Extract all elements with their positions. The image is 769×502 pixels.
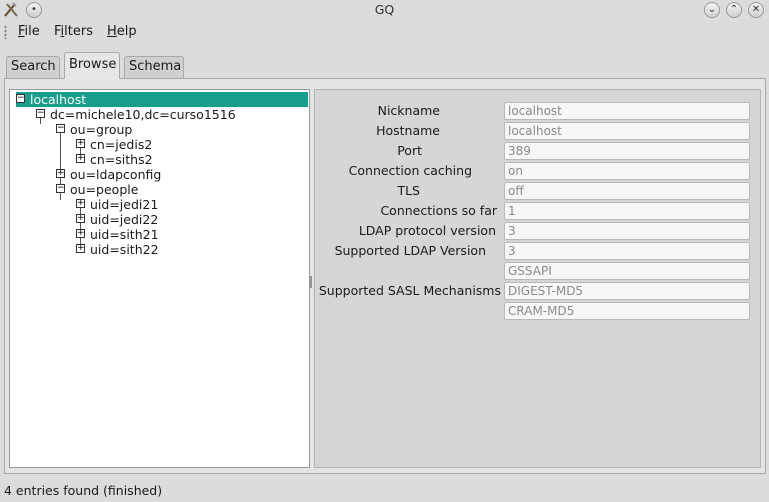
field-connection-caching[interactable]: on — [504, 162, 750, 180]
tab-browse[interactable]: Browse — [64, 52, 120, 79]
tree-node-label: ou=ldapconfig — [70, 167, 162, 182]
menu-help[interactable]: Help — [107, 24, 137, 39]
expand-icon[interactable]: + — [76, 244, 85, 253]
tree-node-label: cn=siths2 — [90, 152, 153, 167]
tree-node-label: ou=people — [70, 182, 139, 197]
label-connections-so-far: Connections so far — [380, 203, 497, 218]
close-button[interactable]: ✕ — [748, 2, 764, 18]
window-title: GQ — [374, 2, 395, 17]
field-hostname[interactable]: localhost — [504, 122, 750, 140]
field-ldap-protocol-version[interactable]: 3 — [504, 222, 750, 240]
tree-node-label: uid=sith22 — [90, 242, 159, 257]
menu-file[interactable]: File — [18, 24, 40, 39]
field-tls[interactable]: off — [504, 182, 750, 200]
label-ldap-protocol-version: LDAP protocol version — [358, 223, 496, 238]
minimize-button[interactable]: ⌄ — [704, 2, 720, 18]
label-supported-ldap-version: Supported LDAP Version — [334, 243, 486, 258]
collapse-icon[interactable]: − — [56, 184, 65, 193]
expand-icon[interactable]: + — [76, 154, 85, 163]
expand-icon[interactable]: + — [76, 214, 85, 223]
field-port[interactable]: 389 — [504, 142, 750, 160]
expand-icon[interactable]: + — [76, 199, 85, 208]
field-sasl-gssapi[interactable]: GSSAPI — [504, 262, 750, 280]
expand-icon[interactable]: + — [56, 169, 65, 178]
label-nickname: Nickname — [377, 103, 440, 118]
label-supported-sasl-mechanisms: Supported SASL Mechanisms — [318, 283, 501, 298]
tree-node-label: ou=group — [70, 122, 133, 137]
tree-node-label: uid=jedi21 — [90, 197, 159, 212]
tree-node-label: cn=jedis2 — [90, 137, 153, 152]
collapse-icon[interactable]: − — [16, 94, 25, 103]
collapse-icon[interactable]: − — [36, 109, 45, 118]
field-sasl-digest-md5[interactable]: DIGEST-MD5 — [504, 282, 750, 300]
menu-bar: File Filters Help — [0, 20, 769, 44]
maximize-button[interactable]: ⌃ — [726, 2, 742, 18]
tree-node-label: uid=jedi22 — [90, 212, 159, 227]
tree-node-label: localhost — [30, 92, 87, 107]
tree-node-label: dc=michele10,dc=curso1516 — [50, 107, 236, 122]
collapse-icon[interactable]: − — [56, 124, 65, 133]
label-tls: TLS — [397, 183, 420, 198]
toolbar-grip[interactable] — [4, 25, 7, 39]
status-bar-text: 4 entries found (finished) — [4, 483, 163, 498]
label-port: Port — [397, 143, 422, 158]
tab-search[interactable]: Search — [6, 56, 60, 78]
label-hostname: Hostname — [376, 123, 440, 138]
tree-node-label: uid=sith21 — [90, 227, 159, 242]
expand-icon[interactable]: + — [76, 139, 85, 148]
title-bar: • GQ ⌄ ⌃ ✕ — [0, 0, 769, 20]
menu-filters[interactable]: Filters — [54, 24, 93, 39]
field-sasl-cram-md5[interactable]: CRAM-MD5 — [504, 302, 750, 320]
field-nickname[interactable]: localhost — [504, 102, 750, 120]
expand-icon[interactable]: + — [76, 229, 85, 238]
label-connection-caching: Connection caching — [348, 163, 472, 178]
tab-schema[interactable]: Schema — [124, 56, 184, 78]
field-connections-so-far[interactable]: 1 — [504, 202, 750, 220]
field-supported-ldap-version[interactable]: 3 — [504, 242, 750, 260]
